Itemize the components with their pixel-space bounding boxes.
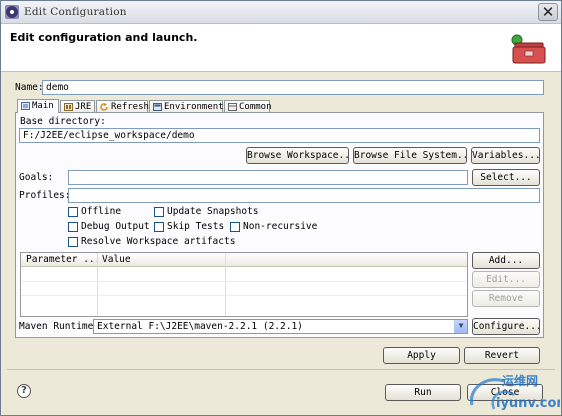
- resolve-workspace-label: Resolve Workspace artifacts: [81, 236, 236, 247]
- svg-text:运维网: 运维网: [502, 373, 538, 388]
- title-bar[interactable]: Edit Configuration ✕: [1, 1, 561, 24]
- eclipse-app-icon: [5, 5, 19, 19]
- tab-refresh-label: Refresh: [111, 102, 149, 112]
- edit-configuration-dialog: Edit Configuration ✕ Edit configuration …: [0, 0, 562, 416]
- goals-label: Goals:: [19, 172, 54, 183]
- remove-parameter-button[interactable]: Remove: [472, 290, 540, 307]
- value-column-header[interactable]: Value: [102, 254, 131, 265]
- parameters-table[interactable]: Parameter ... Value: [20, 252, 468, 317]
- edit-parameter-button[interactable]: Edit...: [472, 271, 540, 288]
- tab-environment-label: Environment: [164, 102, 224, 112]
- maven-runtime-value: External F:\J2EE\maven-2.2.1 (2.2.1): [97, 321, 303, 332]
- variables-button[interactable]: Variables...: [471, 147, 540, 164]
- close-window-button[interactable]: ✕: [538, 3, 558, 21]
- non-recursive-label: Non-recursive: [243, 221, 318, 232]
- environment-icon: [153, 103, 162, 111]
- skip-tests-label: Skip Tests: [167, 221, 225, 232]
- column-divider: [97, 253, 98, 316]
- profiles-label: Profiles:: [19, 190, 71, 201]
- main-tab-icon: [21, 102, 30, 110]
- dialog-banner: Edit configuration and launch.: [1, 24, 561, 72]
- base-directory-field[interactable]: F:/J2EE/eclipse_workspace/demo: [19, 128, 540, 143]
- iyunv-watermark: 运维网 iyunv.com: [469, 373, 560, 411]
- help-icon[interactable]: ?: [17, 384, 31, 398]
- debug-output-label: Debug Output: [81, 221, 150, 232]
- configure-button[interactable]: Configure...: [472, 318, 540, 335]
- maven-runtime-label: Maven Runtime:: [19, 321, 100, 332]
- maven-runtime-select[interactable]: External F:\J2EE\maven-2.2.1 (2.2.1) ▼: [93, 319, 468, 334]
- goals-field[interactable]: [68, 170, 468, 185]
- row-divider: [21, 295, 467, 296]
- banner-title: Edit configuration and launch.: [10, 31, 198, 44]
- offline-label: Offline: [81, 206, 122, 217]
- name-label-text: Name:: [15, 82, 44, 93]
- window-title: Edit Configuration: [24, 6, 127, 18]
- skip-tests-checkbox-box[interactable]: [154, 222, 164, 232]
- base-directory-label: Base directory:: [20, 116, 106, 127]
- profiles-field[interactable]: [68, 188, 540, 203]
- offline-checkbox-box[interactable]: [68, 207, 78, 217]
- select-goals-button[interactable]: Select...: [472, 169, 540, 186]
- debug-output-checkbox-box[interactable]: [68, 222, 78, 232]
- toolbox-icon: [511, 34, 546, 64]
- tab-jre-label: JRE: [75, 102, 92, 112]
- run-button[interactable]: Run: [385, 384, 461, 401]
- svg-text:iyunv.com: iyunv.com: [496, 396, 560, 411]
- name-label: Name:: [15, 82, 44, 93]
- tab-main-label: Main: [32, 101, 54, 111]
- browse-workspace-button[interactable]: Browse Workspace...: [246, 147, 349, 164]
- parameters-table-header: Parameter ... Value: [21, 253, 467, 267]
- tab-common-label: Common: [239, 102, 272, 112]
- add-parameter-button[interactable]: Add...: [472, 252, 540, 269]
- update-snapshots-checkbox-box[interactable]: [154, 207, 164, 217]
- update-snapshots-label: Update Snapshots: [167, 206, 259, 217]
- browse-file-system-button[interactable]: Browse File System...: [353, 147, 467, 164]
- jre-icon: [64, 103, 73, 111]
- parameter-column-header[interactable]: Parameter ...: [26, 254, 100, 265]
- chevron-down-icon[interactable]: ▼: [454, 320, 467, 333]
- non-recursive-checkbox-box[interactable]: [230, 222, 240, 232]
- row-divider: [21, 281, 467, 282]
- tab-main[interactable]: Main: [17, 99, 59, 113]
- revert-button[interactable]: Revert: [464, 347, 540, 364]
- common-icon: [228, 103, 237, 111]
- column-divider: [225, 253, 226, 316]
- name-field[interactable]: demo: [42, 80, 544, 95]
- apply-button[interactable]: Apply: [383, 347, 460, 364]
- resolve-workspace-checkbox-box[interactable]: [68, 237, 78, 247]
- refresh-icon: [100, 103, 108, 111]
